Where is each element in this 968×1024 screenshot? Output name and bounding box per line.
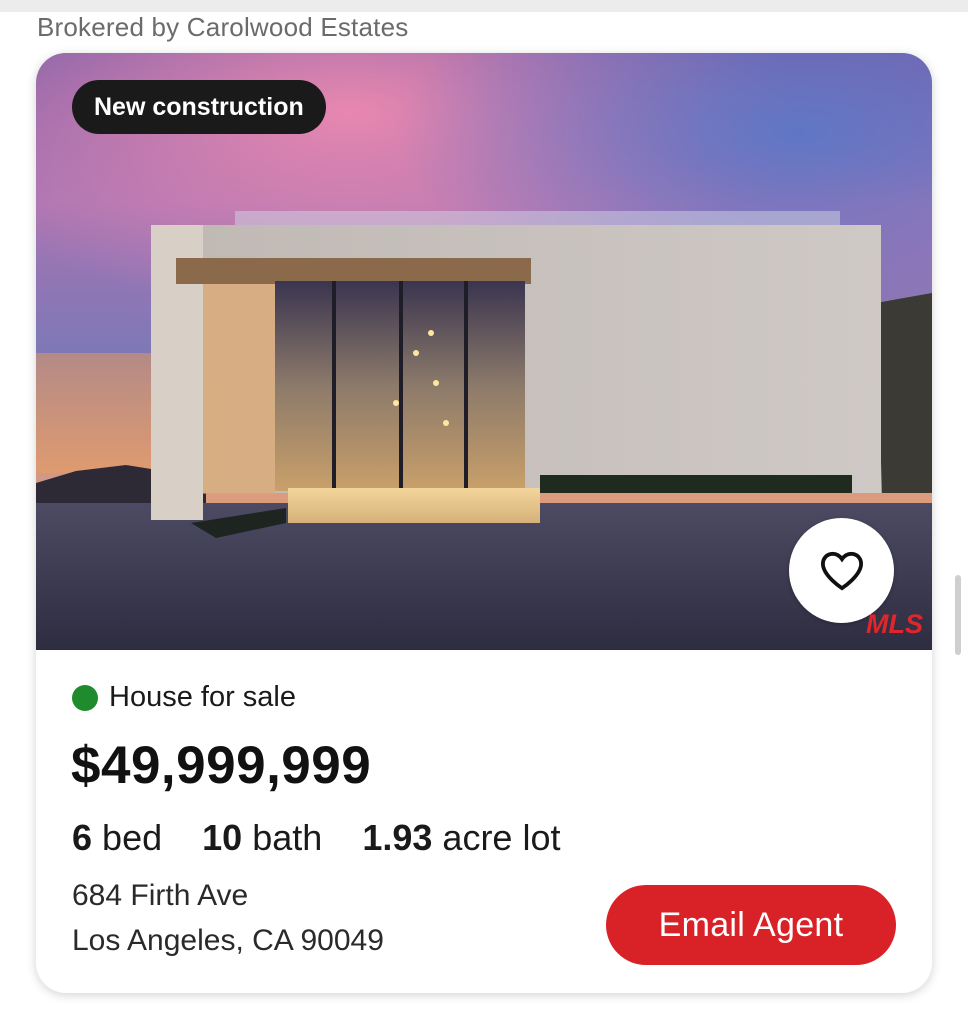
scrollbar[interactable]	[955, 575, 961, 655]
baths-value: 10	[202, 817, 243, 858]
listing-price: $49,999,999	[71, 736, 372, 795]
beds-value: 6	[72, 817, 93, 858]
address-line-2: Los Angeles, CA 90049	[72, 924, 384, 957]
status-dot-icon	[72, 684, 98, 711]
listing-specs: 6 bed 10 bath 1.93 acre lot	[72, 817, 560, 859]
listing-card[interactable]: New construction MLS House for sale $49,…	[36, 53, 932, 993]
beds-label: bed	[102, 817, 163, 858]
top-divider-strip	[0, 0, 968, 12]
status-label: House for sale	[109, 681, 296, 713]
new-construction-badge: New construction	[72, 80, 326, 134]
listing-status: House for sale	[72, 681, 296, 714]
lot-label: acre lot	[442, 817, 561, 858]
mls-logo: MLS	[866, 609, 923, 639]
svg-text:MLS: MLS	[866, 609, 923, 639]
baths-label: bath	[252, 817, 323, 858]
heart-outline-icon	[820, 551, 863, 590]
address-line-1: 684 Firth Ave	[72, 879, 249, 912]
listing-photo[interactable]: New construction MLS	[36, 53, 932, 650]
email-agent-button[interactable]: Email Agent	[606, 885, 896, 965]
brokered-by-text: Brokered by Carolwood Estates	[37, 12, 409, 42]
lot-value: 1.93	[362, 817, 433, 858]
